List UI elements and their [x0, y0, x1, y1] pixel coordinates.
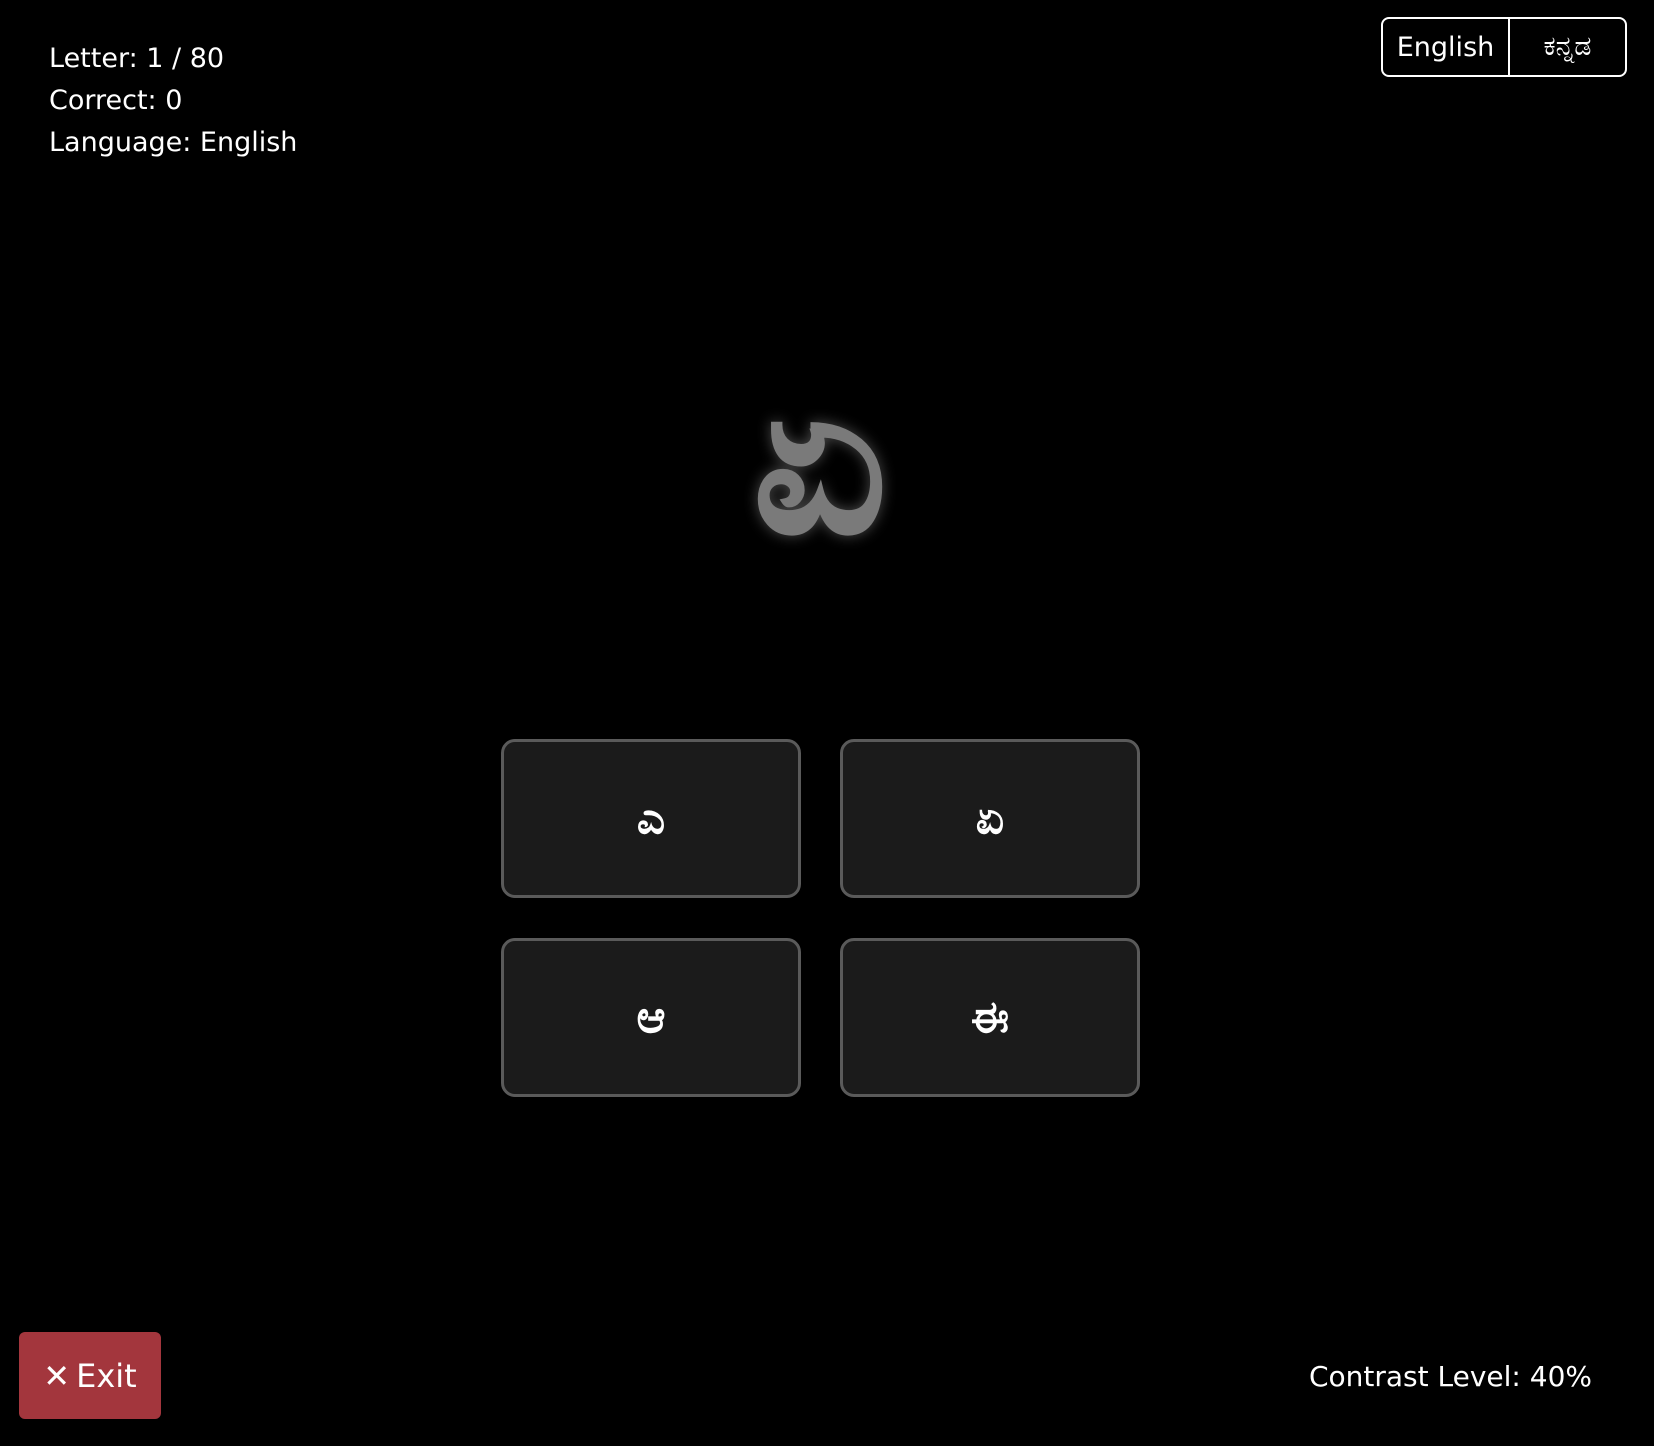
option-button-1[interactable]: ಎ — [501, 739, 801, 898]
option-button-4[interactable]: ಈ — [840, 938, 1140, 1097]
stats-panel: Letter: 1 / 80 Correct: 0 Language: Engl… — [49, 38, 297, 164]
letter-progress: Letter: 1 / 80 — [49, 43, 225, 74]
language-toggle: English ಕನ್ನಡ — [1381, 17, 1627, 77]
exit-label: Exit — [76, 1356, 137, 1395]
target-letter: ಏ — [752, 336, 888, 581]
answer-options: ಎ ಏ ಆ ಈ — [501, 739, 1140, 1097]
option-button-3[interactable]: ಆ — [501, 938, 801, 1097]
close-icon: ✕ — [43, 1356, 71, 1395]
exit-button[interactable]: ✕ Exit — [19, 1332, 161, 1419]
option-button-2[interactable]: ಏ — [840, 739, 1140, 898]
correct-count: Correct: 0 — [49, 85, 183, 116]
kannada-button[interactable]: ಕನ್ನಡ — [1510, 19, 1625, 75]
contrast-level: Contrast Level: 40% — [1308, 1360, 1592, 1393]
english-button[interactable]: English — [1383, 19, 1510, 75]
language-indicator: Language: English — [49, 127, 298, 158]
